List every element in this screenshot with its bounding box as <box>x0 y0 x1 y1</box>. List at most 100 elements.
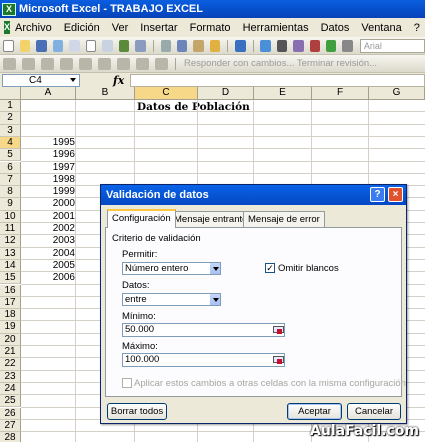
chevron-down-icon[interactable] <box>70 77 76 82</box>
row-header-23[interactable]: 23 <box>0 370 21 383</box>
research-icon[interactable] <box>135 39 146 52</box>
cancel-button[interactable]: Cancelar <box>347 403 401 420</box>
maximo-input[interactable]: 100.000 <box>122 353 285 367</box>
cell-year[interactable]: 1999 <box>21 186 75 198</box>
tab-mensaje-entrante[interactable]: Mensaje entrante <box>169 211 253 228</box>
row-header-28[interactable]: 28 <box>0 432 21 442</box>
column-header-b[interactable]: B <box>76 87 135 100</box>
review-commands[interactable]: Responder con cambios... Terminar revisi… <box>184 58 377 69</box>
permitir-select[interactable]: Número entero <box>122 262 221 275</box>
row-header-15[interactable]: 15 <box>0 272 21 285</box>
cell-year[interactable]: 2006 <box>21 272 75 284</box>
new-icon[interactable] <box>3 39 14 52</box>
column-header-d[interactable]: D <box>198 87 254 100</box>
ok-button[interactable]: Aceptar <box>287 403 342 420</box>
cell-year[interactable]: 1995 <box>21 137 75 149</box>
review-icon-4[interactable] <box>60 57 73 70</box>
column-header-g[interactable]: G <box>369 87 425 100</box>
row-header-20[interactable]: 20 <box>0 333 21 346</box>
cell-year[interactable]: 2002 <box>21 223 75 235</box>
help-icon[interactable]: ? <box>370 187 385 202</box>
menu-herramientas[interactable]: Herramientas <box>243 22 309 34</box>
name-box[interactable]: C4 <box>2 73 80 87</box>
minimo-input[interactable]: 50.000 <box>122 323 285 337</box>
row-header-24[interactable]: 24 <box>0 382 21 396</box>
review-icon-6[interactable] <box>98 57 111 70</box>
column-header-c[interactable]: C <box>135 87 198 100</box>
review-icon-8[interactable] <box>136 57 149 70</box>
menu-edicion[interactable]: Edición <box>64 22 100 34</box>
excel-menu-icon[interactable]: X <box>4 21 11 34</box>
print-preview-icon[interactable] <box>102 39 113 52</box>
row-header-18[interactable]: 18 <box>0 309 21 322</box>
review-icon-5[interactable] <box>79 57 92 70</box>
formula-input[interactable] <box>130 73 425 87</box>
row-header-2[interactable]: 2 <box>0 112 21 125</box>
row-header-21[interactable]: 21 <box>0 346 21 359</box>
permission-icon[interactable] <box>52 39 64 52</box>
row-header-25[interactable]: 25 <box>0 395 21 408</box>
chevron-down-icon[interactable] <box>209 263 220 274</box>
save-icon[interactable] <box>36 39 47 52</box>
menu-datos[interactable]: Datos <box>321 22 350 34</box>
dialog-title-bar[interactable]: Validación de datos ? × <box>101 185 406 205</box>
row-header-12[interactable]: 12 <box>0 235 21 248</box>
row-header-7[interactable]: 7 <box>0 173 21 187</box>
sort-ascending-icon[interactable] <box>293 39 304 52</box>
review-icon-1[interactable] <box>3 57 16 70</box>
row-header-16[interactable]: 16 <box>0 284 21 297</box>
font-name-box[interactable]: Arial <box>359 38 425 53</box>
row-header-8[interactable]: 8 <box>0 186 21 199</box>
apply-changes-checkbox[interactable] <box>122 378 132 388</box>
review-icon-3[interactable] <box>41 57 54 70</box>
row-header-4[interactable]: 4 <box>0 136 21 150</box>
collapse-dialog-icon[interactable] <box>272 325 284 335</box>
paste-icon[interactable] <box>193 39 204 52</box>
menu-insertar[interactable]: Insertar <box>140 22 177 34</box>
undo-icon[interactable] <box>235 39 246 52</box>
autosum-icon[interactable] <box>276 39 288 52</box>
collapse-dialog-icon[interactable] <box>272 355 284 365</box>
menu-help[interactable]: ? <box>414 22 420 34</box>
select-all-corner[interactable] <box>0 87 21 100</box>
row-header-11[interactable]: 11 <box>0 223 21 236</box>
row-header-13[interactable]: 13 <box>0 247 21 260</box>
tab-mensaje-error[interactable]: Mensaje de error <box>243 211 325 228</box>
chart-wizard-icon[interactable] <box>309 39 321 52</box>
column-header-a[interactable]: A <box>21 87 76 100</box>
cell-year[interactable]: 2000 <box>21 198 75 210</box>
menu-archivo[interactable]: Archivo <box>15 22 52 34</box>
menu-formato[interactable]: Formato <box>190 22 231 34</box>
row-header-9[interactable]: 9 <box>0 198 21 211</box>
row-header-6[interactable]: 6 <box>0 161 21 174</box>
cell-year[interactable]: 2001 <box>21 211 75 223</box>
row-header-1[interactable]: 1 <box>0 100 21 113</box>
cell-year[interactable]: 1996 <box>21 149 75 161</box>
menu-ver[interactable]: Ver <box>112 22 129 34</box>
cell-year[interactable]: 2004 <box>21 248 75 260</box>
cell-year[interactable]: 1998 <box>21 174 75 186</box>
review-icon-2[interactable] <box>22 57 35 70</box>
clear-all-button[interactable]: Borrar todos <box>107 403 167 420</box>
column-header-f[interactable]: F <box>312 87 369 100</box>
spelling-icon[interactable] <box>118 39 130 52</box>
format-painter-icon[interactable] <box>209 39 221 52</box>
row-header-10[interactable]: 10 <box>0 210 21 223</box>
review-icon-7[interactable] <box>117 57 130 70</box>
cut-icon[interactable] <box>160 39 171 52</box>
row-header-26[interactable]: 26 <box>0 407 21 420</box>
tab-configuracion[interactable]: Configuración <box>107 209 176 228</box>
cell-year[interactable]: 2005 <box>21 260 75 272</box>
copy-icon[interactable] <box>176 39 188 52</box>
row-header-14[interactable]: 14 <box>0 259 21 273</box>
drawing-icon[interactable] <box>326 39 337 52</box>
omitir-blancos-label[interactable]: Omitir blancos <box>278 263 339 274</box>
more-buttons-icon[interactable] <box>342 39 353 52</box>
print-icon[interactable] <box>85 39 97 52</box>
email-icon[interactable] <box>69 39 80 52</box>
review-icon-9[interactable] <box>155 57 168 70</box>
datos-select[interactable]: entre <box>122 293 221 306</box>
cell-year[interactable]: 1997 <box>21 162 75 174</box>
omitir-blancos-checkbox[interactable]: ✓ <box>265 263 275 273</box>
row-header-27[interactable]: 27 <box>0 419 21 433</box>
